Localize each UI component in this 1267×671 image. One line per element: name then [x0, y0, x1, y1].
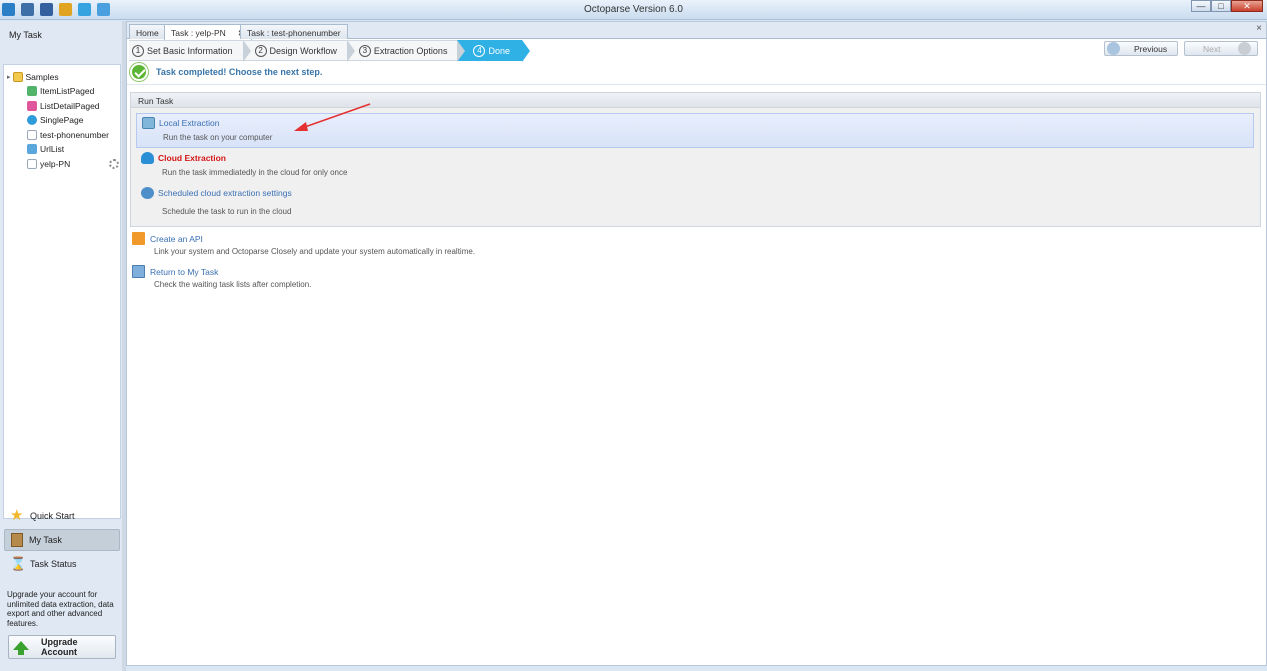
- wizard-nav-buttons: Previous Next: [1104, 41, 1258, 56]
- sidebar: My Task ▸ Samples ItemListPaged ListDeta…: [0, 21, 124, 671]
- completion-banner: Task completed! Choose the next step.: [130, 62, 322, 82]
- tab-label: Home: [136, 28, 159, 38]
- tree-item-label: Samples: [25, 72, 59, 82]
- gear-icon[interactable]: [109, 159, 119, 169]
- tree-item-label: test-phonenumber: [40, 130, 109, 140]
- clock-cloud-icon: [141, 187, 154, 199]
- nav-task-status[interactable]: ⌛ Task Status: [4, 553, 120, 575]
- nav-my-task[interactable]: My Task: [4, 529, 120, 551]
- option-description: Run the task on your computer: [163, 133, 273, 142]
- tree-item-samples[interactable]: ▸ Samples: [7, 70, 59, 84]
- completion-message: Task completed! Choose the next step.: [156, 67, 323, 77]
- next-button[interactable]: Next: [1184, 41, 1258, 56]
- step-label: Done: [488, 45, 510, 56]
- tab-label: Task : test-phonenumber: [247, 28, 341, 38]
- maximize-button[interactable]: □: [1211, 0, 1231, 12]
- tab-label: Task : yelp-PN: [171, 28, 226, 38]
- step-number: 4: [473, 44, 486, 57]
- step-number: 2: [254, 44, 267, 57]
- step-number: 3: [358, 44, 371, 57]
- expand-toggle-icon[interactable]: ▸: [7, 73, 11, 81]
- divider: [127, 84, 1266, 85]
- task-doc-icon: [27, 159, 37, 169]
- step-label: Set Basic Information: [147, 45, 233, 56]
- step-extraction-options[interactable]: 3 Extraction Options: [346, 40, 465, 62]
- task-green-icon: [27, 86, 37, 96]
- hourglass-icon: ⌛: [10, 556, 27, 571]
- title-bar: Octoparse Version 6.0 — □ ✕: [0, 0, 1267, 20]
- tab-bar: Home Task : yelp-PN ✖ Task : test-phonen…: [127, 22, 1266, 40]
- option-title[interactable]: Local Extraction: [159, 118, 219, 128]
- tab-task-test-phonenumber[interactable]: Task : test-phonenumber: [240, 24, 348, 39]
- nav-label: Task Status: [30, 559, 77, 569]
- sidebar-title: My Task: [9, 30, 42, 40]
- tab-home[interactable]: Home: [129, 24, 166, 39]
- step-done[interactable]: 4 Done: [457, 40, 530, 62]
- close-window-button[interactable]: ✕: [1231, 0, 1263, 12]
- task-blue-icon: [27, 115, 37, 125]
- tree-item-listdetailpaged[interactable]: ListDetailPaged: [27, 99, 100, 113]
- nav-label: My Task: [29, 535, 62, 545]
- arrow-right-icon: [1238, 42, 1252, 55]
- next-label: Next: [1203, 43, 1221, 54]
- computer-icon: [142, 117, 155, 129]
- up-arrow-icon: [13, 640, 29, 655]
- link-description: Link your system and Octoparse Closely a…: [154, 247, 476, 256]
- link-title[interactable]: Return to My Task: [150, 267, 218, 277]
- tree-item-label: yelp-PN: [40, 159, 71, 169]
- nav-label: Quick Start: [30, 511, 75, 521]
- link-description: Check the waiting task lists after compl…: [154, 280, 312, 289]
- upgrade-description: Upgrade your account for unlimited data …: [7, 590, 114, 628]
- task-pink-icon: [27, 101, 37, 111]
- option-title[interactable]: Scheduled cloud extraction settings: [158, 188, 292, 198]
- option-description: Schedule the task to run in the cloud: [162, 207, 292, 216]
- nav-quick-start[interactable]: ★ Quick Start: [4, 505, 120, 527]
- checkmark-icon: [130, 63, 148, 81]
- folder-icon: [12, 72, 23, 82]
- task-blue-icon: [27, 144, 37, 154]
- annotation-arrow-icon: [294, 103, 371, 131]
- previous-label: Previous: [1134, 43, 1168, 54]
- task-list-icon: [132, 265, 145, 278]
- star-icon: ★: [10, 507, 24, 524]
- tree-item-singlepage[interactable]: SinglePage: [27, 113, 83, 127]
- step-label: Extraction Options: [373, 45, 448, 56]
- book-icon: [11, 533, 23, 547]
- wizard-steps: 1 Set Basic Information 2 Design Workflo…: [129, 40, 530, 62]
- tree-item-label: ListDetailPaged: [40, 101, 100, 111]
- tree-item-itemlistpaged[interactable]: ItemListPaged: [27, 84, 94, 98]
- step-number: 1: [132, 44, 144, 57]
- rss-icon: [132, 232, 145, 245]
- tree-item-label: ItemListPaged: [40, 86, 95, 96]
- link-title[interactable]: Create an API: [150, 234, 203, 244]
- task-tree: ▸ Samples ItemListPaged ListDetailPaged …: [3, 64, 121, 519]
- previous-button[interactable]: Previous: [1104, 41, 1178, 56]
- upgrade-button-label: Upgrade Account: [41, 637, 78, 657]
- step-design-workflow[interactable]: 2 Design Workflow: [242, 40, 356, 62]
- option-description: Run the task immediatedly in the cloud f…: [162, 168, 348, 177]
- option-title[interactable]: Cloud Extraction: [158, 153, 226, 163]
- window-title: Octoparse Version 6.0: [584, 4, 683, 15]
- cloud-icon: [141, 152, 154, 164]
- scheduled-cloud-extraction-option[interactable]: Scheduled cloud extraction settings Sche…: [136, 184, 1254, 220]
- step-basic-information[interactable]: 1 Set Basic Information: [129, 40, 251, 62]
- close-panel-icon[interactable]: ×: [1256, 23, 1262, 34]
- task-doc-icon: [27, 130, 37, 140]
- minimize-button[interactable]: —: [1191, 0, 1211, 12]
- tree-item-yelp-pn[interactable]: yelp-PN: [27, 157, 120, 171]
- step-label: Design Workflow: [269, 45, 337, 56]
- arrow-left-icon: [1107, 42, 1120, 55]
- tree-item-label: SinglePage: [40, 115, 84, 125]
- tree-item-urllist[interactable]: UrlList: [27, 142, 64, 156]
- cloud-extraction-option[interactable]: Cloud Extraction Run the task immediated…: [136, 149, 1254, 182]
- upgrade-account-button[interactable]: Upgrade Account: [8, 635, 116, 659]
- tree-item-test-phonenumber[interactable]: test-phonenumber: [27, 128, 109, 142]
- tree-item-label: UrlList: [40, 144, 65, 154]
